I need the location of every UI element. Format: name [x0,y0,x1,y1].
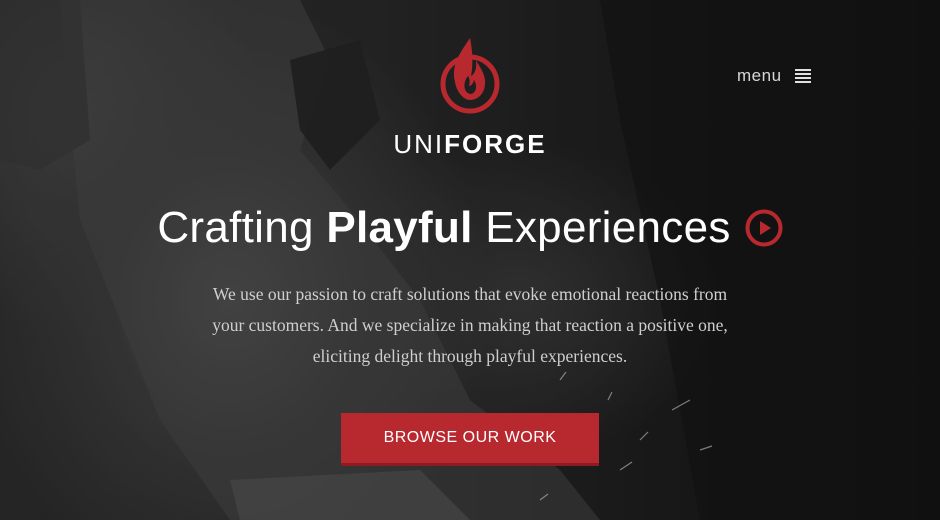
menu-label: menu [737,66,782,85]
browse-our-work-button[interactable]: BROWSE OUR WORK [341,413,599,466]
hamburger-icon [794,69,811,83]
hero-intro-text: We use our passion to craft solutions th… [160,279,780,372]
intro-line-1: We use our passion to craft solutions th… [212,284,728,304]
hero-headline-row: Crafting Playful Experiences [0,200,940,256]
play-circle-icon[interactable] [745,209,783,247]
brand-name-light: UNI [393,129,445,159]
intro-line-2: your customers. And we specialize in mak… [212,315,728,335]
hero-headline: Crafting Playful Experiences [157,203,730,253]
flame-in-circle-icon [440,38,500,114]
menu-button[interactable]: menu [737,64,811,88]
headline-emphasis: Playful [326,203,473,252]
headline-part-2: Experiences [472,203,731,252]
headline-part-1: Crafting [157,203,327,252]
brand-wordmark: UNIFORGE [380,131,560,157]
brand-name-bold: FORGE [444,129,547,159]
brand-logo[interactable]: UNIFORGE [380,36,560,157]
intro-line-3: eliciting delight through playful experi… [312,346,628,366]
